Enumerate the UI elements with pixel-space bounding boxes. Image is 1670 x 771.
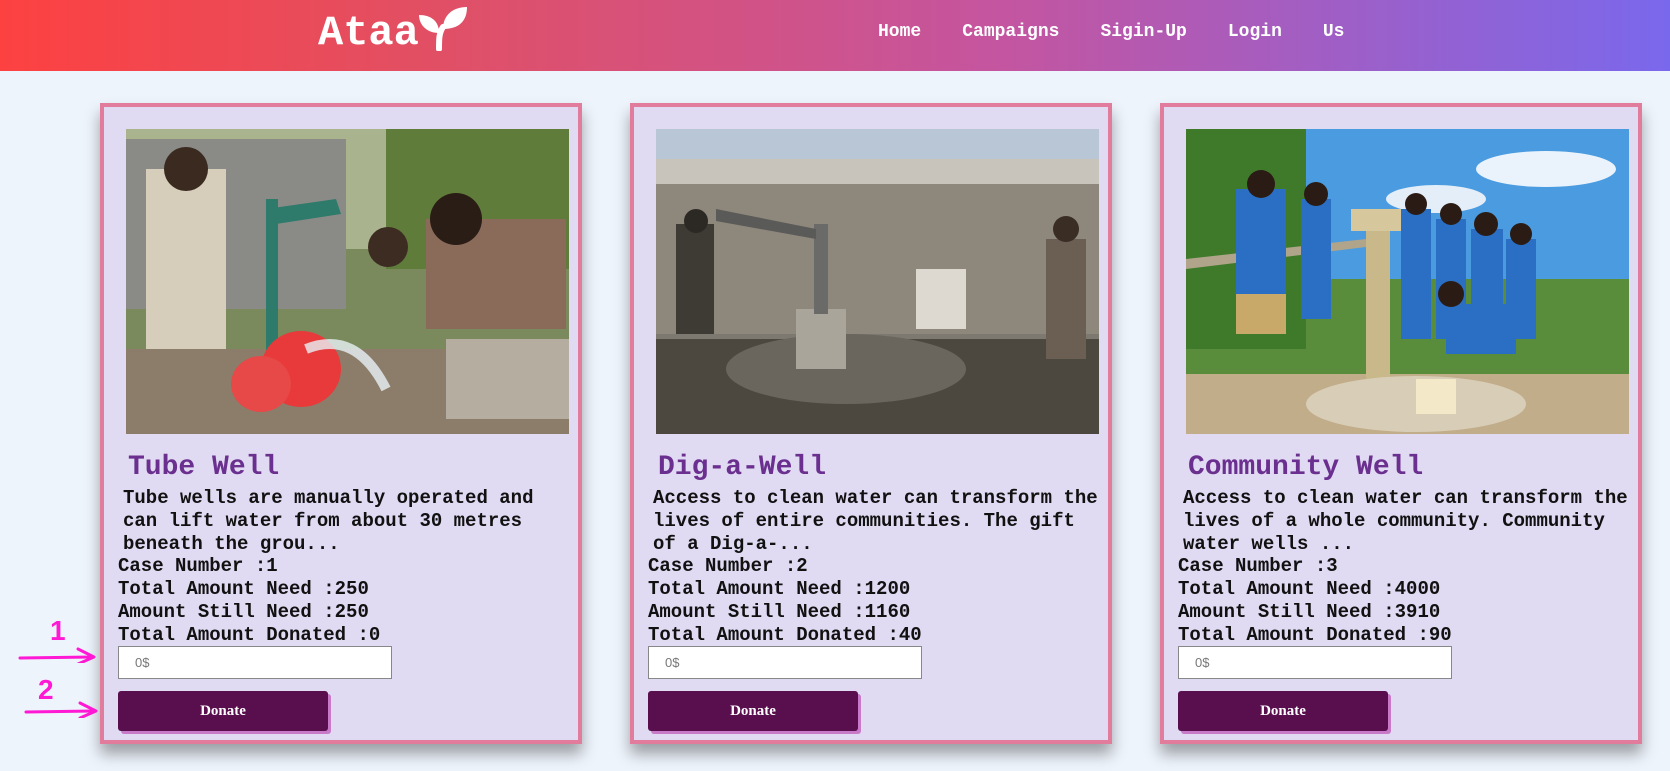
donate-button[interactable]: Donate	[648, 691, 858, 731]
total-amount-need: Total Amount Need :250	[118, 578, 369, 600]
total-amount-donated: Total Amount Donated :40	[648, 624, 922, 646]
donate-button[interactable]: Donate	[1178, 691, 1388, 731]
campaign-description: Access to clean water can transform the …	[653, 487, 1098, 555]
navbar: Ataa Home Campaigns Sigin-Up Login Us	[0, 0, 1670, 71]
donation-amount-input[interactable]	[1178, 646, 1452, 679]
nav-signup[interactable]: Sigin-Up	[1100, 22, 1186, 42]
nav-links: Home Campaigns Sigin-Up Login Us	[878, 22, 1385, 42]
annotation-number-1: 1	[50, 615, 66, 646]
campaign-image	[656, 129, 1099, 434]
total-amount-need: Total Amount Need :1200	[648, 578, 911, 600]
campaign-stats: Case Number :1 Total Amount Need :250 Am…	[118, 555, 380, 647]
annotation-number-2: 2	[38, 674, 54, 705]
campaign-title: Community Well	[1188, 452, 1424, 483]
campaign-image	[1186, 129, 1629, 434]
campaign-description: Access to clean water can transform the …	[1183, 487, 1628, 555]
donation-amount-input[interactable]	[648, 646, 922, 679]
nav-home[interactable]: Home	[878, 22, 921, 42]
case-number: Case Number :1	[118, 555, 278, 577]
amount-still-need: Amount Still Need :1160	[648, 601, 911, 623]
sprout-icon	[418, 7, 467, 51]
campaign-stats: Case Number :2 Total Amount Need :1200 A…	[648, 555, 922, 647]
amount-still-need: Amount Still Need :3910	[1178, 601, 1441, 623]
campaign-title: Tube Well	[128, 452, 280, 483]
campaign-card-community-well: Community Well Access to clean water can…	[1160, 103, 1642, 744]
case-number: Case Number :3	[1178, 555, 1338, 577]
campaign-image	[126, 129, 569, 434]
total-amount-donated: Total Amount Donated :0	[118, 624, 381, 646]
annotation-arrow-2: 2	[24, 674, 98, 718]
nav-login[interactable]: Login	[1228, 22, 1282, 42]
campaign-card-dig-a-well: Dig-a-Well Access to clean water can tra…	[630, 103, 1112, 744]
campaign-description: Tube wells are manually operated and can…	[123, 487, 534, 555]
total-amount-donated: Total Amount Donated :90	[1178, 624, 1452, 646]
brand-name: Ataa	[318, 9, 419, 57]
donate-button[interactable]: Donate	[118, 691, 328, 731]
nav-campaigns[interactable]: Campaigns	[962, 22, 1059, 42]
campaign-title: Dig-a-Well	[658, 452, 827, 483]
annotation-arrow-1: 1	[18, 615, 96, 663]
campaign-stats: Case Number :3 Total Amount Need :4000 A…	[1178, 555, 1452, 647]
amount-still-need: Amount Still Need :250	[118, 601, 369, 623]
donation-amount-input[interactable]	[118, 646, 392, 679]
case-number: Case Number :2	[648, 555, 808, 577]
brand-logo[interactable]: Ataa	[318, 7, 469, 58]
campaign-card-tube-well: Tube Well Tube wells are manually operat…	[100, 103, 582, 744]
total-amount-need: Total Amount Need :4000	[1178, 578, 1441, 600]
nav-us[interactable]: Us	[1323, 22, 1345, 42]
